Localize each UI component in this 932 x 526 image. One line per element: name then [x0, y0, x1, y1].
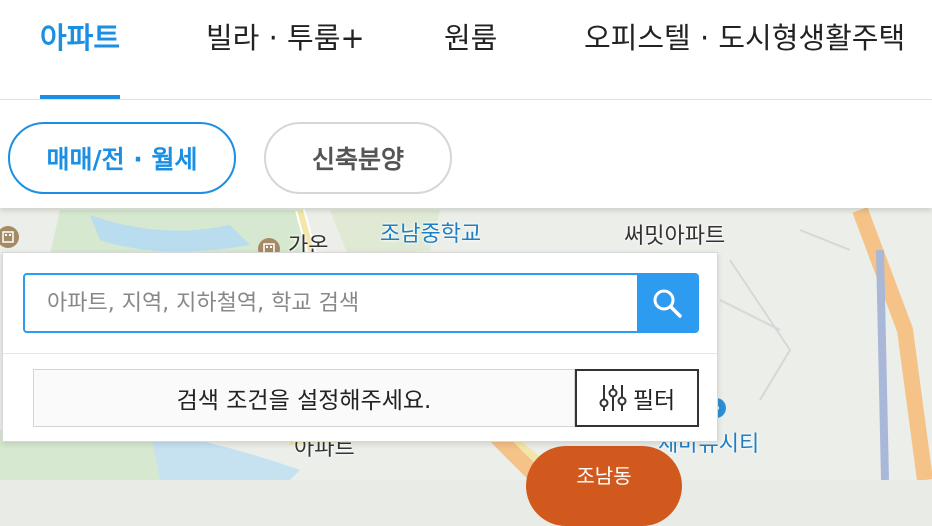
search-condition-summary[interactable]: 검색 조건을 설정해주세요.: [33, 369, 575, 427]
deal-type-bar: 매매/전 · 월세 신축분양: [0, 100, 932, 208]
deal-type-label: 매매/전 · 월세: [46, 145, 198, 174]
search-button[interactable]: [637, 275, 697, 331]
tab-officetel[interactable]: 오피스텔 · 도시형생활주택: [584, 0, 905, 99]
deal-type-new-presale[interactable]: 신축분양: [264, 122, 452, 194]
filter-button[interactable]: 필터: [575, 369, 699, 427]
search-condition-text: 검색 조건을 설정해주세요.: [176, 388, 432, 414]
map-label-school[interactable]: 조남중학교: [380, 216, 481, 248]
filter-button-label: 필터: [632, 388, 676, 414]
tab-oneroom[interactable]: 원룸: [444, 0, 497, 99]
tab-label: 원룸: [444, 21, 498, 55]
search-input[interactable]: [25, 275, 637, 331]
district-marker-label: 조남동: [576, 464, 632, 488]
district-marker[interactable]: 조남동: [526, 446, 682, 526]
property-type-tabs: 아파트 빌라 · 투룸+ 원룸 오피스텔 · 도시형생활주택: [0, 0, 932, 100]
panel-divider: [3, 353, 717, 354]
search-panel: 검색 조건을 설정해주세요. 필터: [2, 252, 718, 442]
sliders-icon: [599, 385, 627, 411]
tab-label: 아파트: [40, 21, 121, 55]
tab-label: 빌라 · 투룸+: [206, 21, 365, 55]
tab-apartment[interactable]: 아파트: [40, 0, 121, 99]
search-box: [23, 273, 699, 333]
search-icon: [653, 289, 682, 318]
deal-type-sale-rent[interactable]: 매매/전 · 월세: [8, 122, 236, 194]
tab-villa-tworoom[interactable]: 빌라 · 투룸+: [206, 0, 365, 99]
tab-label: 오피스텔 · 도시형생활주택: [584, 21, 906, 55]
deal-type-label: 신축분양: [311, 145, 404, 174]
map-label-summit-apartment[interactable]: 써밋아파트: [624, 218, 725, 250]
